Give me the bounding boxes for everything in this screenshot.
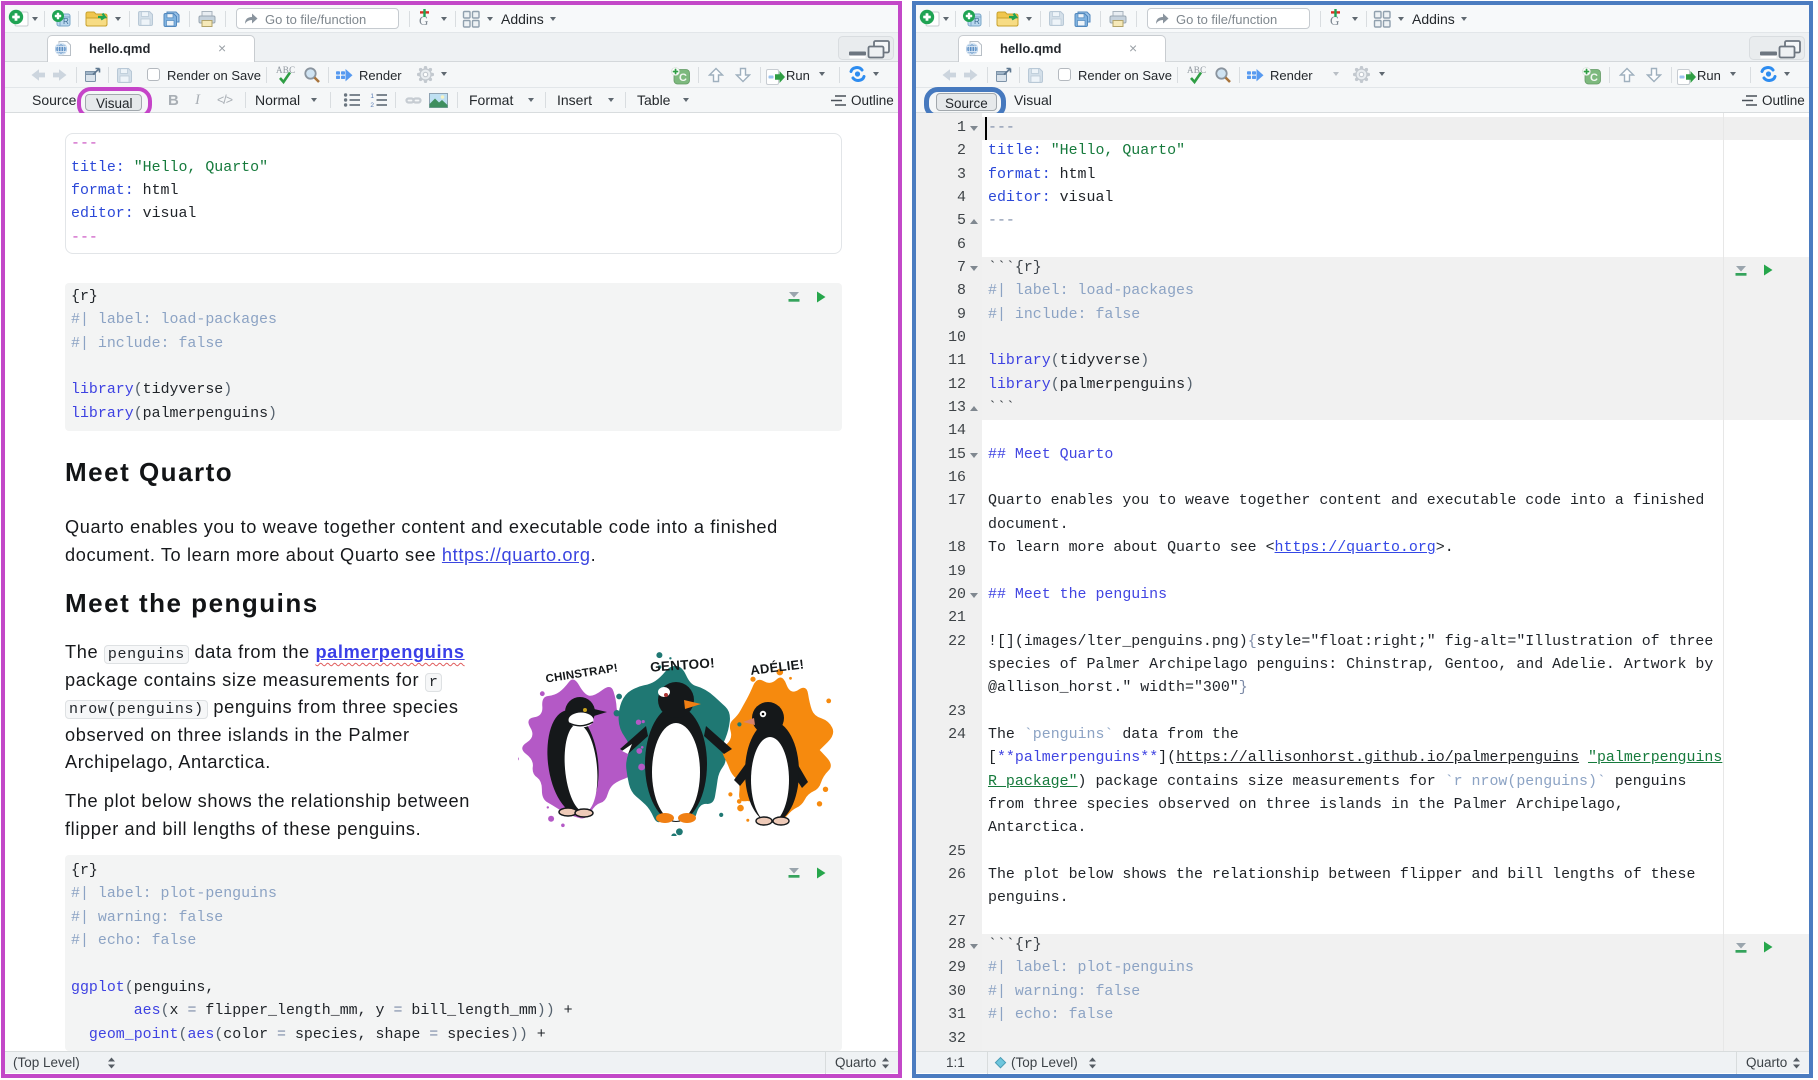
svg-text:R: R <box>974 17 980 26</box>
svg-text:ADÉLIE!: ADÉLIE! <box>749 656 805 677</box>
svg-text:2: 2 <box>370 102 374 108</box>
svg-text:R: R <box>63 17 69 26</box>
svg-text:GENTOO!: GENTOO! <box>650 655 716 674</box>
svg-text:C: C <box>1590 72 1598 84</box>
svg-text:ABC: ABC <box>276 65 295 75</box>
svg-text:C: C <box>679 72 687 84</box>
svg-text:ABC: ABC <box>1187 65 1206 75</box>
svg-text:CHINSTRAP!: CHINSTRAP! <box>545 662 619 685</box>
svg-text:1: 1 <box>370 93 374 100</box>
